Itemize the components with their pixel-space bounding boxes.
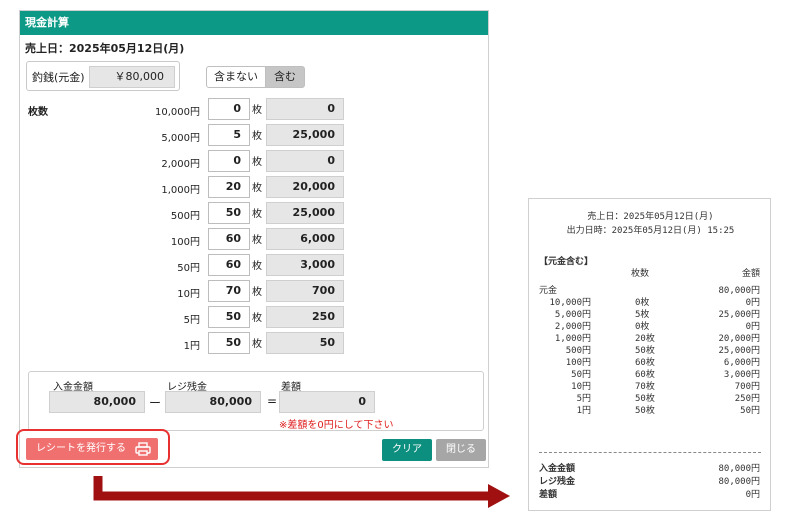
sales-date: 売上日：2025年05月12日(月) xyxy=(25,42,185,55)
unit-label: 枚 xyxy=(252,339,262,350)
unit-label: 枚 xyxy=(252,287,262,298)
quantity-input[interactable]: 20 xyxy=(208,176,250,198)
receipt-amount-header: 金額 xyxy=(741,269,760,279)
unit-label: 枚 xyxy=(252,209,262,220)
denomination-row: 50円 60 枚 3,000 xyxy=(20,253,490,279)
summary-box: 入金金額 80,000 ー レジ残金 80,000 = 差額 0 ※差額を0円に… xyxy=(28,371,484,431)
receipt-diff-value: 0円 xyxy=(745,490,760,500)
issue-receipt-button[interactable]: レシートを発行する xyxy=(26,438,158,460)
receipt-sales-date: 売上日：2025年05月12日(月) xyxy=(587,212,714,222)
denomination-row: 2,000円 0 枚 0 xyxy=(20,149,490,175)
difference-warning: ※差額を0円にして下さい xyxy=(279,420,394,431)
unit-label: 枚 xyxy=(252,313,262,324)
close-button[interactable]: 閉じる xyxy=(436,439,486,461)
quantity-input[interactable]: 0 xyxy=(208,98,250,120)
denomination-row: 5,000円 5 枚 25,000 xyxy=(20,123,490,149)
unit-label: 枚 xyxy=(252,261,262,272)
equals-sign: = xyxy=(267,394,278,408)
change-fund-box: 釣銭(元金) ￥80,000 xyxy=(26,61,180,91)
quantity-input[interactable]: 5 xyxy=(208,124,250,146)
deposit-value: 80,000 xyxy=(49,391,145,413)
unit-label: 枚 xyxy=(252,235,262,246)
arrow-to-receipt xyxy=(93,476,510,508)
denomination-label: 1円 xyxy=(183,341,200,352)
cash-calculation-panel: 現金計算 売上日：2025年05月12日(月) 釣銭(元金) ￥80,000 含… xyxy=(16,10,490,468)
quantity-input[interactable]: 70 xyxy=(208,280,250,302)
amount-value: 50 xyxy=(266,332,344,354)
receipt-count-header: 枚数 xyxy=(631,269,650,279)
denomination-label: 100円 xyxy=(170,237,200,248)
amount-value: 20,000 xyxy=(266,176,344,198)
unit-label: 枚 xyxy=(252,131,262,142)
issue-receipt-label: レシートを発行する xyxy=(36,443,126,454)
receipt-amount: 50円 xyxy=(740,406,760,416)
exclude-toggle-button[interactable]: 含まない xyxy=(206,66,266,88)
denomination-label: 1,000円 xyxy=(161,185,200,196)
denomination-row: 10,000円 0 枚 0 xyxy=(20,97,490,123)
receipt-count: 50枚 xyxy=(635,406,655,416)
quantity-input[interactable]: 0 xyxy=(208,150,250,172)
amount-value: 0 xyxy=(266,98,344,120)
change-fund-value: ￥80,000 xyxy=(89,66,175,88)
denomination-row: 500円 50 枚 25,000 xyxy=(20,201,490,227)
clear-button[interactable]: クリア xyxy=(382,439,432,461)
denomination-row: 10円 70 枚 700 xyxy=(20,279,490,305)
register-balance-value: 80,000 xyxy=(165,391,261,413)
unit-label: 枚 xyxy=(252,157,262,168)
receipt-output-time: 出力日時：2025年05月12日(月) 15:25 xyxy=(566,226,735,236)
denomination-label: 50円 xyxy=(177,263,200,274)
panel-title: 現金計算 xyxy=(20,11,488,35)
amount-value: 25,000 xyxy=(266,202,344,224)
receipt-preview: 売上日：2025年05月12日(月) 出力日時：2025年05月12日(月) 1… xyxy=(528,198,771,511)
receipt-deposit-value: 80,000円 xyxy=(718,464,760,474)
receipt-register-label: レジ残金 xyxy=(539,477,576,487)
quantity-input[interactable]: 50 xyxy=(208,332,250,354)
unit-label: 枚 xyxy=(252,183,262,194)
denomination-row: 1円 50 枚 50 xyxy=(20,331,490,357)
receipt-register-value: 80,000円 xyxy=(718,477,760,487)
denomination-label: 2,000円 xyxy=(161,159,200,170)
amount-value: 250 xyxy=(266,306,344,328)
amount-value: 0 xyxy=(266,150,344,172)
unit-label: 枚 xyxy=(252,105,262,116)
denomination-label: 10,000円 xyxy=(155,107,200,118)
denomination-label: 5,000円 xyxy=(161,133,200,144)
denomination-label: 500円 xyxy=(170,211,200,222)
receipt-denom: 1円 xyxy=(576,406,591,416)
receipt-diff-label: 差額 xyxy=(539,490,558,500)
change-fund-label: 釣銭(元金) xyxy=(32,71,85,84)
denomination-row: 5円 50 枚 250 xyxy=(20,305,490,331)
difference-value: 0 xyxy=(279,391,375,413)
amount-value: 3,000 xyxy=(266,254,344,276)
amount-value: 700 xyxy=(266,280,344,302)
quantity-input[interactable]: 60 xyxy=(208,228,250,250)
denomination-label: 5円 xyxy=(183,315,200,326)
denomination-row: 100円 60 枚 6,000 xyxy=(20,227,490,253)
receipt-divider xyxy=(539,452,761,453)
quantity-input[interactable]: 50 xyxy=(208,202,250,224)
include-toggle-button[interactable]: 含む xyxy=(265,66,305,88)
quantity-input[interactable]: 50 xyxy=(208,306,250,328)
minus-sign: ー xyxy=(149,396,162,410)
receipt-section-title: 【元金含む】 xyxy=(539,257,594,267)
amount-value: 25,000 xyxy=(266,124,344,146)
denomination-label: 10円 xyxy=(177,289,200,300)
printer-icon xyxy=(135,442,151,456)
denomination-row: 1,000円 20 枚 20,000 xyxy=(20,175,490,201)
amount-value: 6,000 xyxy=(266,228,344,250)
quantity-input[interactable]: 60 xyxy=(208,254,250,276)
receipt-deposit-label: 入金金額 xyxy=(539,464,576,474)
